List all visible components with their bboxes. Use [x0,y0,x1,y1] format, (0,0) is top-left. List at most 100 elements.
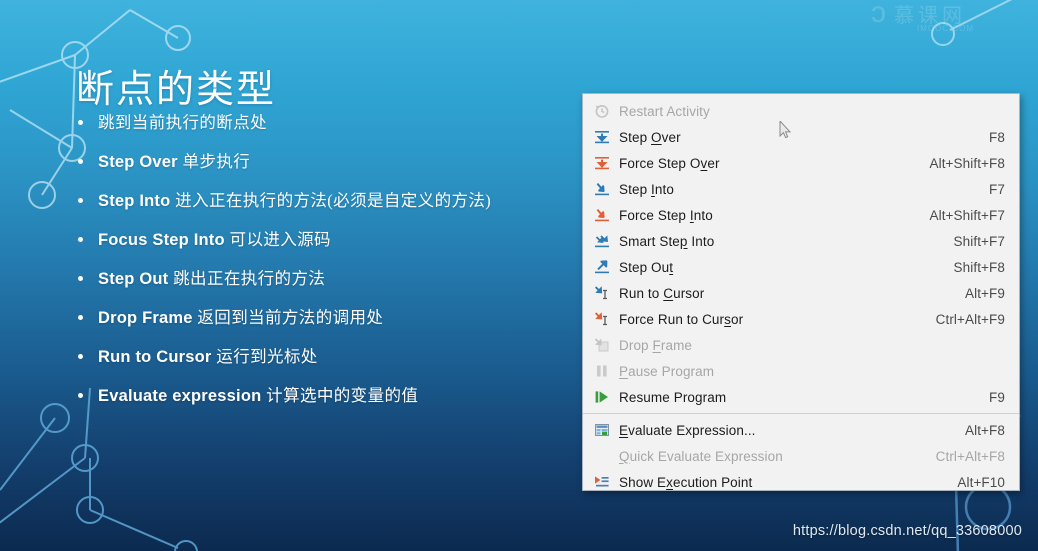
brand-subtitle: IMOOC.COM [917,24,974,33]
pause-icon [591,363,613,379]
menu-item[interactable]: Force Run to Cursor Ctrl+Alt+F9 [583,306,1019,332]
menu-item-label-post: ursor [673,285,705,301]
menu-item-mnemonic: x [666,474,673,490]
menu-item: Drop Frame [583,332,1019,358]
bullet-item: Drop Frame 返回到当前方法的调用处 [76,307,576,329]
menu-item-shortcut: F9 [989,389,1005,405]
menu-item-shortcut: Shift+F7 [953,233,1005,249]
menu-item-shortcut: Ctrl+Alt+F8 [935,448,1005,464]
menu-item-label: Restart Activity [619,104,1005,119]
menu-item: Pause Program [583,358,1019,384]
menu-item-label-pre: Drop [619,337,653,353]
bullet-description: 运行到光标处 [216,347,318,366]
resume-icon [595,391,608,403]
force-step-over-icon [595,157,609,170]
bullet-term: Focus Step Into [98,231,230,249]
menu-item-label: Drop Frame [619,338,1005,353]
menu-item[interactable]: Run to Cursor Alt+F9 [583,280,1019,306]
menu-item-label-post: or [731,311,744,327]
brand-watermark: ᴐ 慕课网 IMOOC.COM [871,0,973,33]
slide-canvas: ᴐ 慕课网 IMOOC.COM 断点的类型 跳到当前执行的断点处 Step Ove… [0,0,1038,551]
bullet-description: 跳到当前执行的断点处 [98,113,267,132]
menu-item-shortcut: Alt+Shift+F8 [929,155,1005,171]
menu-item[interactable]: Force Step Into Alt+Shift+F7 [583,202,1019,228]
resume-icon [591,389,613,405]
force-run-to-cursor-icon [594,312,607,326]
menu-item[interactable]: Step Over F8 [583,124,1019,150]
bullet-item: Step Out 跳出正在执行的方法 [76,268,576,290]
show-execution-point-icon [591,474,613,490]
page-title: 断点的类型 [76,69,277,111]
force-step-over-icon [591,155,613,171]
bullet-description: 跳出正在执行的方法 [173,269,326,288]
bullet-item: Step Over 单步执行 [76,151,576,173]
evaluate-expression-icon [591,422,613,438]
menu-item-label-post: ver [661,129,681,145]
menu-item-label-post: ause Program [628,363,715,379]
menu-item-shortcut: Shift+F8 [953,259,1005,275]
menu-item-shortcut: Ctrl+Alt+F9 [935,311,1005,327]
menu-item-shortcut: Alt+F9 [965,285,1005,301]
menu-item-label: Force Run to Cursor [619,312,936,327]
menu-separator [583,413,1019,414]
step-into-icon [591,181,613,197]
bullet-item: Run to Cursor 运行到光标处 [76,346,576,368]
bullet-term: Run to Cursor [98,348,217,366]
bullet-term: Evaluate expression [98,387,267,405]
brand-mark-icon: ᴐ [871,0,886,29]
menu-item[interactable]: Show Execution Point Alt+F10 [583,469,1019,495]
run-to-cursor-icon [591,285,613,301]
menu-item[interactable]: Step Out Shift+F8 [583,254,1019,280]
smart-step-into-icon [595,235,609,248]
menu-item-shortcut: Alt+F10 [957,474,1005,490]
none-icon [591,448,613,464]
menu-item-label-post: nto [654,181,674,197]
menu-item-shortcut: Alt+Shift+F7 [929,207,1005,223]
smart-step-into-icon [591,233,613,249]
menu-item[interactable]: Resume Program F9 [583,384,1019,410]
menu-item-shortcut: F8 [989,129,1005,145]
step-out-icon [591,259,613,275]
bullet-term: Drop Frame [98,309,198,327]
bullet-term: Step Into [98,192,176,210]
bullet-item: Focus Step Into 可以进入源码 [76,229,576,251]
drop-frame-icon [594,338,609,352]
menu-item[interactable]: Force Step Over Alt+Shift+F8 [583,150,1019,176]
menu-item-label: Smart Step Into [619,234,954,249]
mouse-cursor-pointer [779,121,791,139]
menu-item-label: Force Step Into [619,208,930,223]
menu-item-label-pre: Step Ou [619,259,670,275]
menu-item[interactable]: Smart Step Into Shift+F7 [583,228,1019,254]
blog-url-watermark: https://blog.csdn.net/qq_33608000 [792,523,1022,539]
menu-item-mnemonic: F [652,337,661,353]
menu-item-label-post: uick Evaluate Expression [629,448,783,464]
bullet-term: Step Over [98,153,183,171]
menu-item-label-pre: Smart Ste [619,233,680,249]
restart-icon [591,103,613,119]
menu-item-label-pre: Step [619,129,652,145]
menu-item: Restart Activity [583,98,1019,124]
bullet-item: 跳到当前执行的断点处 [76,112,576,134]
menu-item: Quick Evaluate Expression Ctrl+Alt+F8 [583,443,1019,469]
step-over-icon [591,129,613,145]
evaluate-expression-icon [595,424,609,436]
menu-item-label-pre: Show E [619,474,667,490]
menu-item-label-pre: Restart Activity [619,103,710,119]
menu-item-label-post: valuate Expression... [628,422,756,438]
menu-item-mnemonic: s [724,311,731,327]
menu-item-mnemonic: E [619,422,629,438]
menu-item-label: Step Over [619,130,989,145]
bullet-list: 跳到当前执行的断点处 Step Over 单步执行 Step Into 进入正在执行… [76,112,576,424]
menu-item[interactable]: Step Into F7 [583,176,1019,202]
menu-item-label: Run to Cursor [619,286,965,301]
pause-icon [597,365,607,377]
menu-item-label-pre: Resume Program [619,389,727,405]
menu-item-mnemonic: Q [619,448,630,464]
menu-item[interactable]: Evaluate Expression... Alt+F8 [583,417,1019,443]
menu-item-label-pre: Run to [619,285,664,301]
show-execution-point-icon [595,476,609,487]
bullet-description: 进入正在执行的方法(必须是自定义的方法) [175,191,492,210]
menu-item-label-post: Into [687,233,715,249]
menu-item-mnemonic: t [669,259,674,275]
debugger-context-menu[interactable]: Restart Activity Step Over F8 Force Step Ov… [582,93,1020,491]
